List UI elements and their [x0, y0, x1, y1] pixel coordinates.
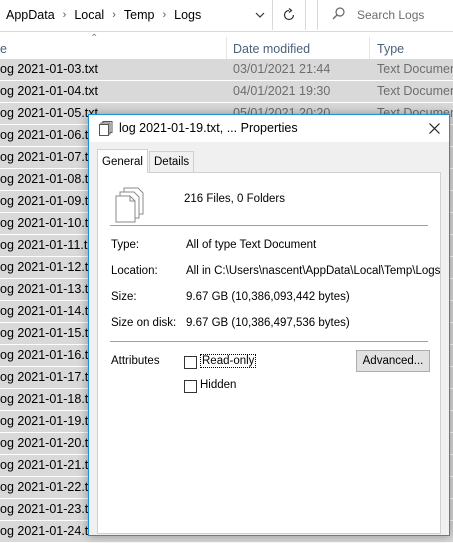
file-name[interactable]: og 2021-01-13.txt [0, 282, 98, 296]
readonly-checkbox[interactable] [184, 356, 197, 369]
file-name[interactable]: og 2021-01-12.txt [0, 260, 98, 274]
type-value: All of type Text Document [186, 239, 317, 251]
search-placeholder: Search Logs [357, 8, 425, 22]
file-name[interactable]: og 2021-01-09.txt [0, 194, 98, 208]
chevron-right-icon[interactable]: › [110, 9, 118, 21]
advanced-button[interactable]: Advanced... [356, 350, 430, 372]
column-header-date-modified[interactable]: Date modified [233, 33, 310, 59]
file-type: Text Documen [377, 84, 453, 98]
location-value: All in C:\Users\nascent\AppData\Local\Te… [186, 265, 441, 277]
close-icon [428, 123, 440, 134]
search-icon [332, 7, 345, 23]
size-on-disk-label: Size on disk: [111, 317, 177, 329]
file-name[interactable]: og 2021-01-20.txt [0, 436, 98, 450]
breadcrumb-label[interactable]: AppData [0, 8, 61, 22]
breadcrumb[interactable]: AppData › Local › Temp › Logs [0, 0, 273, 30]
close-button[interactable] [419, 115, 449, 142]
size-on-disk-value: 9.67 GB (10,386,497,536 bytes) [186, 317, 350, 329]
refresh-icon [283, 8, 295, 21]
file-name[interactable]: og 2021-01-04.txt [0, 84, 98, 98]
file-name[interactable]: og 2021-01-10.txt [0, 216, 98, 230]
hidden-checkbox[interactable] [184, 380, 197, 393]
divider [110, 341, 428, 342]
file-name[interactable]: og 2021-01-17.txt [0, 370, 98, 384]
file-name[interactable]: og 2021-01-18.txt [0, 392, 98, 406]
file-name[interactable]: og 2021-01-08.txt [0, 172, 98, 186]
breadcrumb-label[interactable]: Local [68, 8, 110, 22]
size-value: 9.67 GB (10,386,093,442 bytes) [186, 291, 350, 303]
file-name[interactable]: og 2021-01-16.txt [0, 348, 98, 362]
refresh-button[interactable] [273, 0, 306, 30]
table-row[interactable]: og 2021-01-04.txt 04/01/2021 19:30 Text Do… [0, 81, 453, 103]
hidden-label[interactable]: Hidden [200, 379, 236, 391]
file-name[interactable]: og 2021-01-24.txt [0, 524, 98, 538]
file-name[interactable]: og 2021-01-19.txt [0, 414, 98, 428]
address-dropdown-button[interactable] [247, 0, 272, 30]
attributes-label: Attributes [111, 355, 160, 367]
properties-dialog: log 2021-01-19.txt, ... Properties Gener… [88, 114, 450, 536]
multiple-files-icon [99, 121, 113, 139]
breadcrumb-label[interactable]: Temp [118, 8, 161, 22]
location-label: Location: [111, 265, 158, 277]
file-name[interactable]: og 2021-01-11.txt [0, 238, 97, 252]
type-label: Type: [111, 239, 140, 251]
column-header-bar: ⌃ e Date modified Type [0, 33, 453, 59]
file-name[interactable]: og 2021-01-15.txt [0, 326, 98, 340]
chevron-right-icon[interactable]: › [61, 9, 69, 21]
table-row[interactable]: og 2021-01-03.txt 03/01/2021 21:44 Text Do… [0, 59, 453, 81]
file-name[interactable]: og 2021-01-03.txt [0, 62, 98, 76]
file-name[interactable]: og 2021-01-22.txt [0, 480, 98, 494]
divider [110, 225, 428, 226]
search-input[interactable]: Search Logs [317, 0, 453, 30]
column-header-name[interactable]: e [0, 33, 7, 59]
advanced-button-label[interactable]: Advanced... [363, 355, 424, 367]
breadcrumb-item-local[interactable]: Local › [68, 8, 118, 22]
breadcrumb-label[interactable]: Logs [168, 8, 207, 22]
file-type: Text Documen [377, 62, 453, 76]
column-divider[interactable] [226, 37, 227, 59]
file-name[interactable]: og 2021-01-14.txt [0, 304, 98, 318]
size-label: Size: [111, 291, 137, 303]
address-bar: AppData › Local › Temp › Logs Search Log… [0, 0, 453, 32]
sort-ascending-icon: ⌃ [90, 33, 99, 44]
chevron-down-icon [255, 12, 264, 18]
tab-details[interactable]: Details [149, 151, 195, 172]
readonly-label[interactable]: Read-only [200, 354, 257, 368]
multiple-files-icon [114, 187, 146, 226]
file-name[interactable]: og 2021-01-05.txt [0, 106, 98, 120]
column-divider[interactable] [369, 37, 370, 59]
file-date-modified: 04/01/2021 19:30 [233, 84, 331, 98]
readonly-label-text[interactable]: Read-only [200, 354, 257, 368]
breadcrumb-item-logs[interactable]: Logs [168, 8, 207, 22]
column-header-type[interactable]: Type [377, 33, 404, 59]
breadcrumb-item-appdata[interactable]: AppData › [0, 8, 68, 22]
file-name[interactable]: og 2021-01-21.txt [0, 458, 98, 472]
file-name[interactable]: og 2021-01-07.txt [0, 150, 98, 164]
dialog-titlebar[interactable]: log 2021-01-19.txt, ... Properties [89, 115, 449, 142]
general-panel: 216 Files, 0 Folders Type: All of type T… [97, 172, 441, 534]
file-name[interactable]: og 2021-01-06.txt [0, 128, 98, 142]
tab-general[interactable]: General [97, 149, 148, 173]
chevron-right-icon[interactable]: › [160, 9, 168, 21]
dialog-title: log 2021-01-19.txt, ... Properties [119, 121, 298, 135]
file-date-modified: 03/01/2021 21:44 [233, 62, 331, 76]
file-name[interactable]: og 2021-01-23.txt [0, 502, 98, 516]
selection-summary: 216 Files, 0 Folders [184, 193, 285, 205]
breadcrumb-item-temp[interactable]: Temp › [118, 8, 168, 22]
